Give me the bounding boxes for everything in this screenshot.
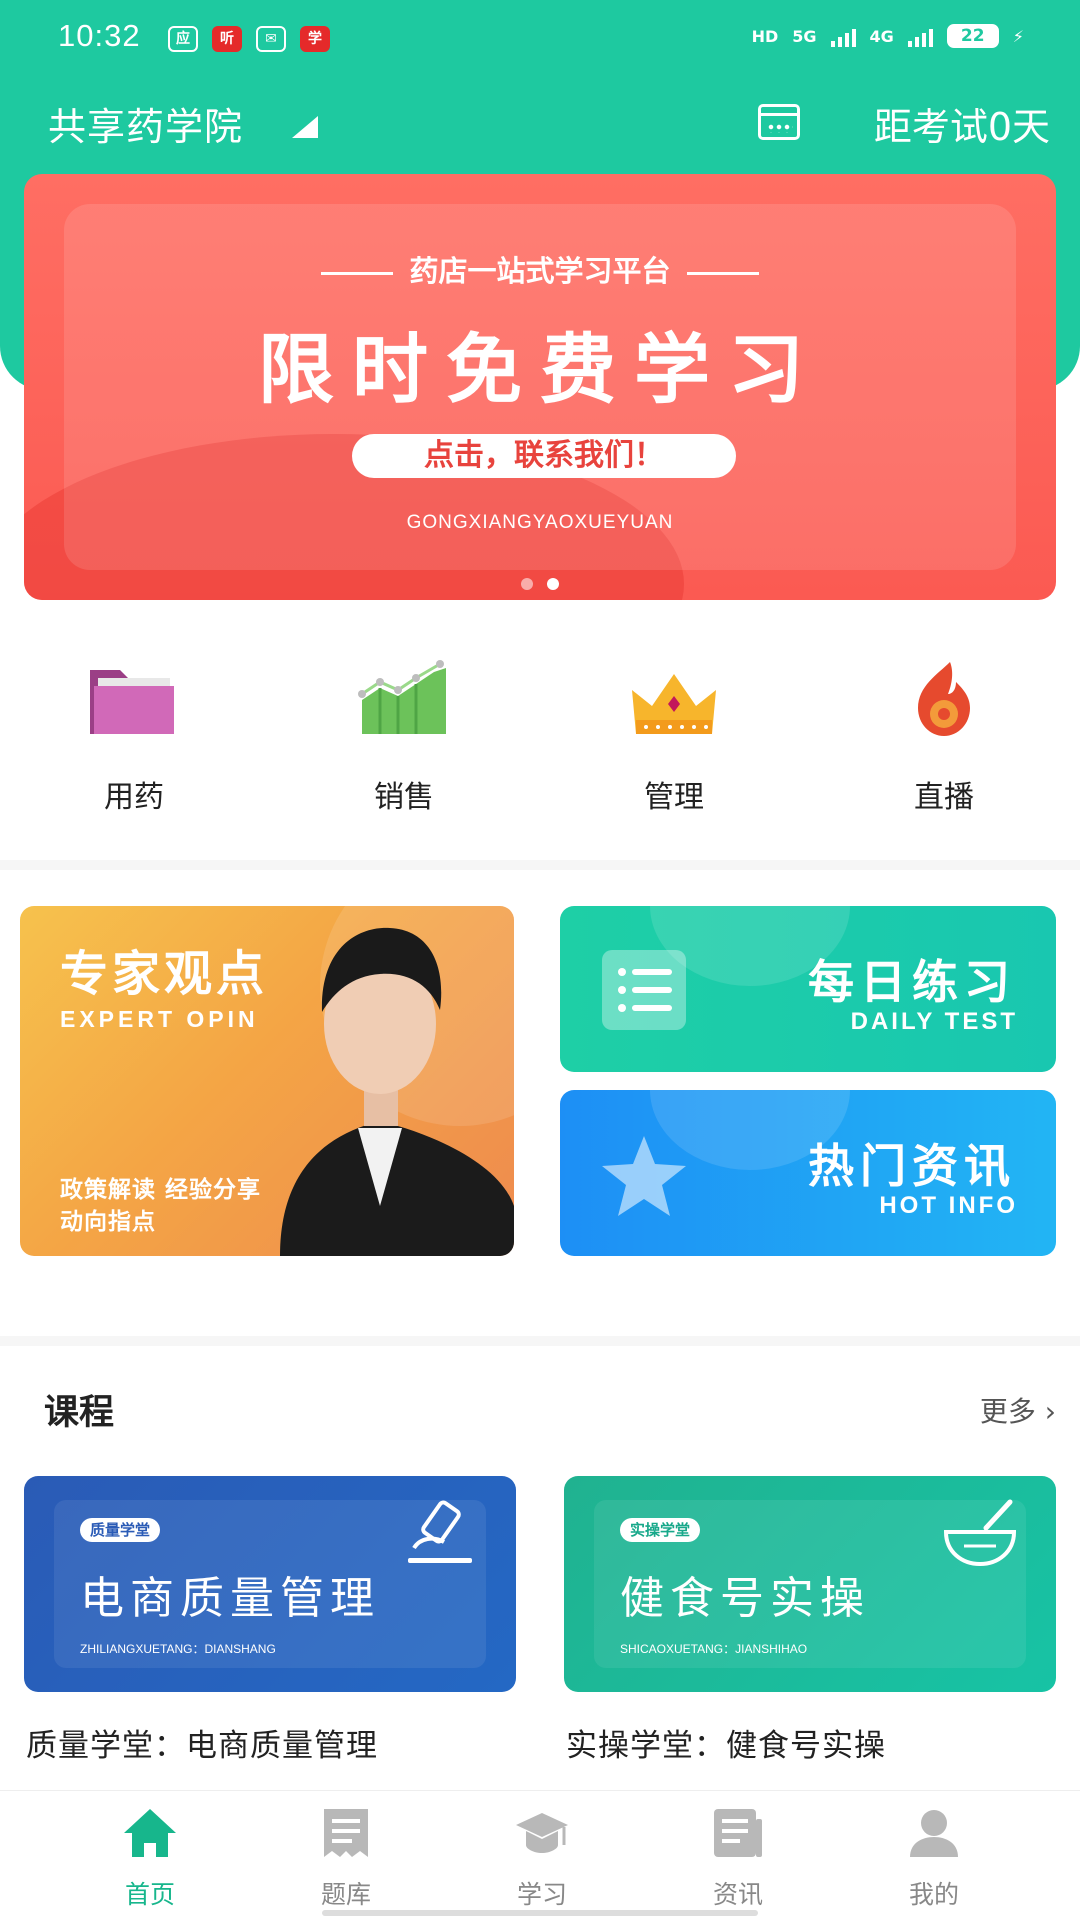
course-name[interactable]: 质量学堂：电商质量管理: [26, 1720, 378, 1765]
dropdown-triangle-icon[interactable]: [292, 116, 318, 138]
sales-chart-icon: [358, 660, 446, 734]
exam-countdown[interactable]: 距考试0天: [874, 96, 1050, 151]
course-card[interactable]: 实操学堂 健食号实操 SHICAOXUETANG：JIANSHIHAO: [564, 1476, 1056, 1692]
banner-pinyin: GONGXIANGYAOXUEYUAN: [406, 512, 674, 533]
tab-label: 资讯: [712, 1880, 763, 1909]
carousel-dots[interactable]: [24, 578, 1056, 590]
course-section-title: 课程: [44, 1393, 115, 1433]
hot-info-title: 热门资讯: [808, 1139, 1016, 1193]
category-label: 销售: [374, 780, 434, 815]
promo-banner[interactable]: 药店一站式学习平台 限时免费学习 点击，联系我们！ GONGXIANGYAOXU…: [24, 174, 1056, 600]
graduation-cap-icon: [516, 1813, 568, 1853]
expert-card-desc: 动向指点: [60, 1209, 156, 1235]
app-notification-icon: ✉: [256, 26, 286, 52]
home-indicator: [322, 1910, 758, 1916]
category-label: 管理: [644, 780, 704, 815]
banner-title: 限时免费学习: [258, 325, 822, 414]
status-indicators: HD 5G 4G 22 ⚡: [752, 24, 1024, 48]
daily-test-card[interactable]: 每日练习 DAILY TEST: [560, 906, 1056, 1072]
folder-icon: [90, 670, 174, 734]
category-management[interactable]: 管理: [574, 650, 774, 830]
category-grid: 用药 销售 管理 直播: [0, 650, 1080, 830]
signal-icon: [907, 25, 933, 47]
list-icon: [602, 950, 686, 1030]
expert-card-desc: 政策解读 经验分享: [60, 1177, 262, 1203]
section-divider: [0, 1336, 1080, 1346]
app-notification-icon: 应: [168, 26, 198, 52]
app-notification-icon: 学: [300, 26, 330, 52]
hot-info-subtitle: HOT INFO: [879, 1192, 1018, 1219]
banner-subtitle: 药店一站式学习平台: [24, 248, 1056, 290]
category-label: 用药: [104, 780, 164, 815]
tab-question-bank[interactable]: 题库: [248, 1791, 444, 1920]
tab-news[interactable]: 资讯: [640, 1791, 836, 1920]
daily-test-subtitle: DAILY TEST: [850, 1008, 1018, 1035]
home-icon: [124, 1809, 176, 1857]
course-name[interactable]: 实操学堂：健食号实操: [566, 1720, 886, 1765]
charging-icon: ⚡: [1012, 26, 1024, 46]
crown-icon: [632, 674, 716, 734]
tab-home[interactable]: 首页: [52, 1791, 248, 1920]
news-icon: [714, 1809, 762, 1857]
daily-test-title: 每日练习: [808, 955, 1016, 1009]
course-card-title: 电商质量管理: [80, 1573, 380, 1624]
status-bar: 10:32 应 听 ✉ 学 HD 5G 4G 22 ⚡: [0, 0, 1080, 80]
network-4g-label: 4G: [869, 26, 894, 46]
carousel-dot[interactable]: [521, 578, 533, 590]
profile-icon: [910, 1810, 958, 1857]
course-card-pinyin: SHICAOXUETANG：JIANSHIHAO: [620, 1642, 808, 1656]
course-tag: 质量学堂: [80, 1518, 161, 1542]
tab-study[interactable]: 学习: [444, 1791, 640, 1920]
course-card-pinyin: ZHILIANGXUETANG：DIANSHANG: [80, 1642, 276, 1656]
battery-icon: 22: [946, 24, 999, 48]
microscope-icon: [408, 1500, 472, 1563]
category-live[interactable]: 直播: [844, 650, 1044, 830]
course-tag: 实操学堂: [620, 1518, 701, 1542]
flame-icon: [918, 662, 970, 736]
mortar-icon: [943, 1499, 1017, 1567]
hd-indicator: HD: [751, 26, 779, 46]
expert-card-subtitle: EXPERT OPIN: [60, 1006, 259, 1032]
hot-info-card[interactable]: 热门资讯 HOT INFO: [560, 1090, 1056, 1256]
app-header: 共享药学院 距考试0天: [0, 92, 1080, 152]
course-more-link[interactable]: 更多 ›: [980, 1390, 1056, 1430]
school-selector[interactable]: 共享药学院: [48, 96, 243, 151]
tab-label: 首页: [124, 1880, 175, 1909]
app-notification-icon: 听: [212, 26, 242, 52]
star-icon: [602, 1136, 686, 1216]
course-card-title: 健食号实操: [620, 1573, 870, 1624]
calendar-icon[interactable]: [758, 104, 800, 140]
tab-label: 题库: [320, 1880, 371, 1909]
category-medication[interactable]: 用药: [34, 650, 234, 830]
status-time: 10:32: [58, 18, 141, 53]
tab-profile[interactable]: 我的: [836, 1791, 1032, 1920]
tab-label: 学习: [516, 1880, 567, 1909]
expert-card-title: 专家观点: [60, 946, 269, 1002]
section-divider: [0, 860, 1080, 870]
bottom-tab-bar: 首页 题库 学习 资讯 我的: [0, 1790, 1080, 1920]
category-sales[interactable]: 销售: [304, 650, 504, 830]
expert-portrait: [280, 927, 514, 1256]
course-card[interactable]: 质量学堂 电商质量管理 ZHILIANGXUETANG：DIANSHANG: [24, 1476, 516, 1692]
status-app-icons: 应 听 ✉ 学: [168, 26, 330, 52]
contact-us-button[interactable]: 点击，联系我们！: [352, 434, 736, 478]
category-label: 直播: [914, 780, 974, 815]
signal-icon: [830, 25, 856, 47]
question-bank-icon: [324, 1809, 368, 1857]
network-5g-label: 5G: [792, 26, 817, 46]
carousel-dot-active[interactable]: [547, 578, 559, 590]
expert-opinion-card[interactable]: 专家观点 EXPERT OPIN 政策解读 经验分享 动向指点: [20, 906, 514, 1256]
tab-label: 我的: [908, 1880, 959, 1909]
